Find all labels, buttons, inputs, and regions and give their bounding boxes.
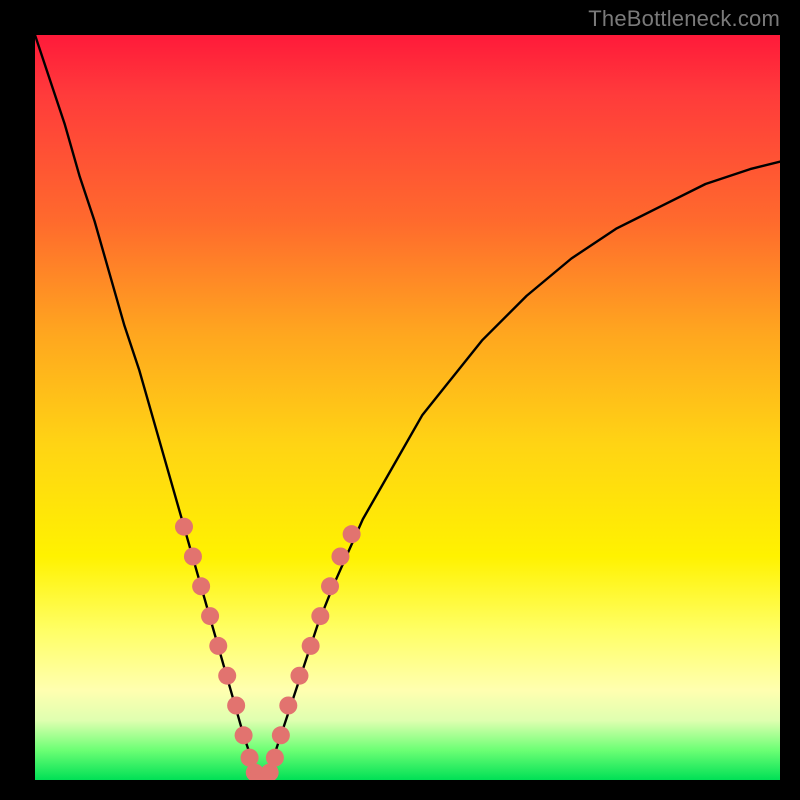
data-marker	[331, 548, 349, 566]
data-marker	[209, 637, 227, 655]
data-marker	[266, 749, 284, 767]
data-marker	[279, 697, 297, 715]
data-marker	[218, 667, 236, 685]
data-marker	[192, 577, 210, 595]
data-marker	[227, 697, 245, 715]
data-marker	[343, 525, 361, 543]
data-marker	[201, 607, 219, 625]
watermark-text: TheBottleneck.com	[588, 6, 780, 32]
data-marker	[321, 577, 339, 595]
data-marker	[235, 726, 253, 744]
chart-svg	[35, 35, 780, 780]
data-marker	[175, 518, 193, 536]
bottleneck-curve	[35, 35, 780, 776]
data-marker	[302, 637, 320, 655]
outer-frame: TheBottleneck.com	[0, 0, 800, 800]
data-marker	[311, 607, 329, 625]
data-marker	[272, 726, 290, 744]
data-marker	[184, 548, 202, 566]
data-marker	[290, 667, 308, 685]
plot-area	[35, 35, 780, 780]
